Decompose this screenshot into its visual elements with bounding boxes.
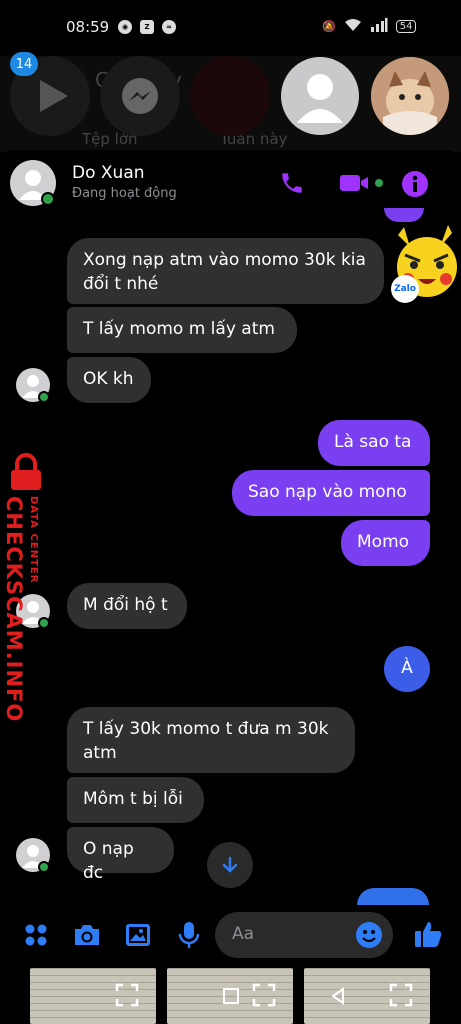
- online-indicator: [41, 192, 55, 206]
- message-bubble[interactable]: Là sao ta: [318, 420, 430, 466]
- message-bubble[interactable]: M đổi hộ t: [67, 583, 187, 629]
- thumbs-up-icon: [415, 922, 442, 947]
- zalo-icon: Z: [140, 20, 154, 34]
- camera-icon: [75, 925, 99, 945]
- unread-badge: 14: [10, 52, 38, 76]
- home-square-icon: [223, 988, 239, 1004]
- emoji-button[interactable]: [354, 920, 384, 950]
- microphone-icon: [178, 922, 200, 948]
- message-bubble[interactable]: Xong nạp atm vào momo 30k kia đổi t nhé: [67, 238, 384, 304]
- chat-head-cat[interactable]: [371, 57, 449, 135]
- contact-name[interactable]: Do Xuan: [72, 163, 145, 183]
- phone-icon: [282, 173, 302, 193]
- voice-message-button[interactable]: [175, 920, 203, 950]
- info-icon: [402, 171, 428, 197]
- contact-status: Đang hoạt động: [72, 186, 177, 201]
- message-bubble[interactable]: À: [384, 646, 430, 692]
- back-triangle-icon: [331, 987, 344, 1005]
- message-bubble[interactable]: O nạp đc: [67, 827, 174, 883]
- signal-icon: [370, 18, 388, 35]
- video-call-button[interactable]: [336, 170, 386, 196]
- watermark: DATA CENTER CHECKSCAM.INFO: [0, 450, 50, 722]
- status-bar: 08:59 ◉ Z ≈ 🔕 54: [0, 0, 461, 56]
- message-bubble-partial[interactable]: [357, 888, 429, 905]
- expand-icon: [389, 983, 413, 1007]
- message-bubble[interactable]: T lấy 30k momo t đưa m 30k atm: [67, 707, 355, 773]
- voice-call-button[interactable]: [276, 168, 308, 198]
- online-indicator: [38, 391, 50, 403]
- lock-icon: [11, 453, 41, 490]
- more-apps-button[interactable]: [20, 920, 52, 950]
- messenger-icon: ≈: [162, 20, 176, 34]
- wifi-icon: [344, 18, 362, 35]
- chrome-icon: ◉: [118, 20, 132, 34]
- notification-icons: ◉ Z ≈: [118, 20, 176, 34]
- zalo-badge: Zalo: [391, 275, 419, 303]
- status-time: 08:59: [66, 18, 110, 36]
- message-input-placeholder: Aa: [232, 924, 255, 944]
- camera-button[interactable]: [70, 920, 104, 950]
- chat-head-user[interactable]: [281, 57, 359, 135]
- chat-head-messenger[interactable]: [100, 56, 180, 136]
- like-button[interactable]: [412, 918, 444, 950]
- message-bubble[interactable]: OK kh: [67, 357, 151, 403]
- message-bubble[interactable]: Sao nạp vào mono: [232, 470, 430, 516]
- gallery-button[interactable]: [122, 920, 154, 950]
- video-camera-icon: [340, 175, 383, 191]
- messenger-icon: [122, 78, 158, 114]
- scroll-to-bottom-button[interactable]: [207, 842, 253, 888]
- cat-photo-icon: [371, 57, 449, 135]
- zalo-badge-label: Zalo: [394, 284, 416, 294]
- smiley-icon: [356, 922, 382, 948]
- online-indicator: [38, 861, 50, 873]
- watermark-line1: DATA CENTER: [28, 496, 39, 584]
- arrow-down-icon: [222, 856, 238, 873]
- user-avatar-icon: [297, 74, 343, 123]
- expand-icon: [252, 983, 276, 1007]
- mute-icon: 🔕: [322, 20, 336, 33]
- watermark-line2: CHECKSCAM.INFO: [2, 496, 26, 723]
- recent-thumbnail[interactable]: [30, 968, 156, 1024]
- battery-indicator: 54: [395, 20, 417, 33]
- message-bubble[interactable]: Môm t bị lỗi: [67, 777, 204, 823]
- image-icon: [126, 924, 150, 946]
- info-button[interactable]: [400, 169, 430, 199]
- expand-icon: [115, 983, 139, 1007]
- recent-thumbnail[interactable]: [167, 968, 293, 1024]
- grid-icon: [25, 924, 47, 946]
- message-bubble[interactable]: Momo: [341, 520, 430, 566]
- message-bubble[interactable]: T lấy momo m lấy atm: [67, 307, 297, 353]
- system-icons: 🔕 54: [322, 18, 417, 35]
- chat-head-contact[interactable]: [190, 56, 270, 136]
- recent-thumbnail[interactable]: [304, 968, 430, 1024]
